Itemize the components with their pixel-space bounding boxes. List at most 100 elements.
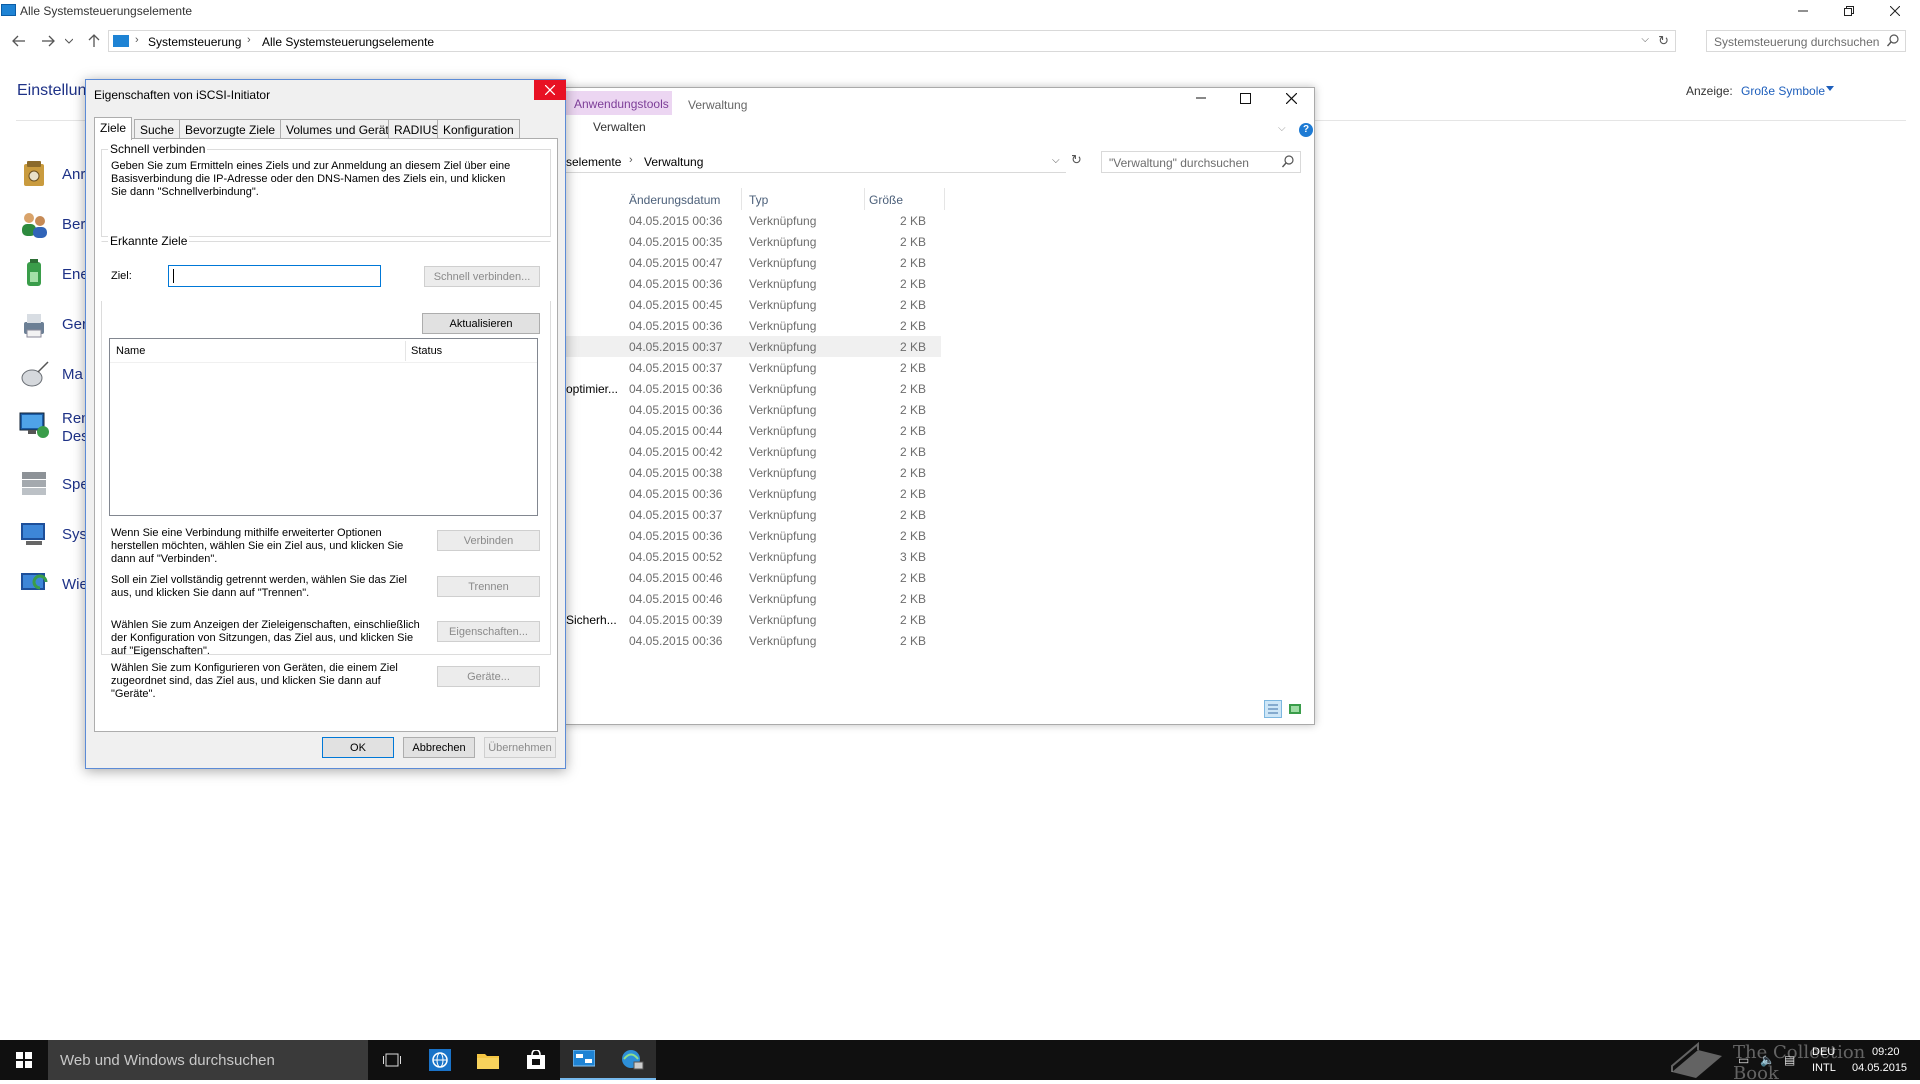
forward-button[interactable]: [38, 31, 58, 51]
admin-tools-icon: [24, 161, 44, 186]
taskbar-store[interactable]: [512, 1040, 560, 1080]
power-options-icon: [27, 259, 41, 286]
file-row[interactable]: 04.05.2015 00:44 Verknüpfung 2 KB: [566, 420, 941, 441]
ok-button[interactable]: OK: [322, 737, 394, 758]
column-divider[interactable]: [944, 188, 945, 210]
file-row[interactable]: 04.05.2015 00:37 Verknüpfung 2 KB: [566, 336, 941, 357]
close-button[interactable]: [1872, 0, 1918, 22]
disconnect-button[interactable]: Trennen: [437, 576, 540, 597]
task-view-button[interactable]: [368, 1040, 416, 1080]
taskbar-control-panel[interactable]: [560, 1040, 608, 1080]
explorer-address-bar[interactable]: selemente › Verwaltung ⌵: [566, 151, 1066, 173]
tab-suche[interactable]: Suche: [134, 119, 181, 139]
taskbar-browser[interactable]: [416, 1040, 464, 1080]
file-row[interactable]: 04.05.2015 00:36 Verknüpfung 2 KB: [566, 273, 941, 294]
refresh-icon[interactable]: ↻: [1658, 33, 1669, 49]
large-icons-view-icon[interactable]: [1286, 700, 1304, 718]
file-row[interactable]: 04.05.2015 00:46 Verknüpfung 2 KB: [566, 588, 941, 609]
caret-down-icon[interactable]: [1826, 86, 1834, 91]
file-row[interactable]: 04.05.2015 00:36 Verknüpfung 2 KB: [566, 315, 941, 336]
file-row[interactable]: 04.05.2015 00:36 Verknüpfung 2 KB: [566, 483, 941, 504]
taskbar-iscsi-initiator[interactable]: [608, 1040, 656, 1080]
column-divider[interactable]: [864, 188, 865, 210]
column-header-size[interactable]: Größe: [869, 193, 903, 207]
file-size: 2 KB: [899, 319, 926, 333]
column-header-type[interactable]: Typ: [749, 193, 768, 207]
cp-item-label: Wie: [62, 576, 88, 593]
breadcrumb-fragment[interactable]: selemente: [566, 155, 621, 169]
breadcrumb-all-items[interactable]: Alle Systemsteuerungselemente: [262, 35, 434, 49]
restore-button[interactable]: [1826, 0, 1872, 22]
volume-icon[interactable]: 🔈: [1760, 1053, 1775, 1067]
column-header-date[interactable]: Änderungsdatum: [629, 193, 720, 207]
explorer-search-input[interactable]: "Verwaltung" durchsuchen: [1101, 151, 1301, 173]
breadcrumb-systemsteuerung[interactable]: Systemsteuerung: [148, 35, 241, 49]
taskbar-file-explorer[interactable]: [464, 1040, 512, 1080]
tab-bevorzugte-ziele[interactable]: Bevorzugte Ziele: [179, 119, 282, 139]
tab-konfiguration[interactable]: Konfiguration: [437, 119, 520, 139]
taskbar-search-box[interactable]: Web und Windows durchsuchen: [48, 1040, 368, 1080]
column-divider[interactable]: [741, 188, 742, 210]
recent-locations-button[interactable]: [62, 31, 76, 51]
file-row[interactable]: 04.05.2015 00:45 Verknüpfung 2 KB: [566, 294, 941, 315]
file-row[interactable]: 04.05.2015 00:46 Verknüpfung 2 KB: [566, 567, 941, 588]
up-button[interactable]: [84, 31, 104, 51]
dialog-close-button[interactable]: [534, 80, 566, 100]
file-row[interactable]: 04.05.2015 00:38 Verknüpfung 2 KB: [566, 462, 941, 483]
column-header-status[interactable]: Status: [411, 345, 442, 357]
file-row[interactable]: 04.05.2015 00:35 Verknüpfung 2 KB: [566, 231, 941, 252]
file-row[interactable]: 04.05.2015 00:36 Verknüpfung 2 KB: [566, 525, 941, 546]
task-view-icon: [383, 1053, 401, 1067]
back-button[interactable]: [9, 31, 29, 51]
search-input[interactable]: Systemsteuerung durchsuchen: [1706, 30, 1906, 52]
file-row[interactable]: 04.05.2015 00:42 Verknüpfung 2 KB: [566, 441, 941, 462]
start-button[interactable]: [0, 1040, 48, 1080]
minimize-button[interactable]: [1780, 0, 1826, 22]
details-view-icon[interactable]: [1264, 700, 1282, 718]
file-row[interactable]: 04.05.2015 00:52 Verknüpfung 3 KB: [566, 546, 941, 567]
clock-date[interactable]: 04.05.2015: [1852, 1062, 1907, 1074]
breadcrumb-verwaltung[interactable]: Verwaltung: [644, 155, 703, 169]
apply-button[interactable]: Übernehmen: [484, 737, 556, 758]
explorer-close-button[interactable]: [1269, 85, 1314, 111]
column-header-name[interactable]: Name: [116, 345, 145, 357]
cancel-button[interactable]: Abbrechen: [403, 737, 475, 758]
clock-time[interactable]: 09:20: [1872, 1046, 1900, 1058]
explorer-maximize-button[interactable]: [1223, 85, 1268, 111]
file-name-fragment: optimier...: [566, 382, 619, 396]
file-type: Verknüpfung: [749, 298, 817, 312]
ribbon-collapse-icon[interactable]: ⌵: [1278, 123, 1286, 134]
input-layout[interactable]: INTL: [1812, 1062, 1836, 1074]
file-row[interactable]: 04.05.2015 00:37 Verknüpfung 2 KB: [566, 504, 941, 525]
connect-description: Wenn Sie eine Verbindung mithilfe erweit…: [111, 527, 404, 565]
file-row[interactable]: 04.05.2015 00:37 Verknüpfung 2 KB: [566, 357, 941, 378]
refresh-icon[interactable]: ↻: [1071, 152, 1082, 168]
file-date: 04.05.2015 00:36: [629, 634, 723, 648]
tab-volumes-und-geraete[interactable]: Volumes und Geräte: [280, 119, 402, 139]
address-dropdown-icon[interactable]: ⌵: [1641, 34, 1649, 45]
discovered-targets-list[interactable]: Name Status: [109, 338, 538, 516]
input-language[interactable]: DEU: [1812, 1046, 1835, 1058]
view-mode-dropdown[interactable]: Große Symbole: [1741, 84, 1825, 98]
file-row[interactable]: Sicherh... 04.05.2015 00:39 Verknüpfung 2 K…: [566, 609, 941, 630]
file-row[interactable]: 04.05.2015 00:36 Verknüpfung 2 KB: [566, 399, 941, 420]
file-row[interactable]: 04.05.2015 00:36 Verknüpfung 2 KB: [566, 630, 941, 651]
column-divider[interactable]: [405, 341, 406, 361]
properties-button[interactable]: Eigenschaften...: [437, 621, 540, 642]
tab-ziele[interactable]: Ziele: [94, 117, 133, 140]
ribbon-tab-verwaltung[interactable]: Verwaltung: [688, 98, 747, 112]
file-row[interactable]: 04.05.2015 00:47 Verknüpfung 2 KB: [566, 252, 941, 273]
file-row[interactable]: optimier... 04.05.2015 00:36 Verknüpfung 2 …: [566, 378, 941, 399]
arrow-left-icon: [12, 35, 25, 47]
address-dropdown-icon[interactable]: ⌵: [1052, 155, 1060, 166]
devices-button[interactable]: Geräte...: [437, 666, 540, 687]
explorer-minimize-button[interactable]: [1178, 85, 1223, 111]
address-bar[interactable]: › Systemsteuerung › Alle Systemsteuerung…: [108, 30, 1676, 52]
help-icon[interactable]: ?: [1299, 123, 1313, 137]
file-row[interactable]: 04.05.2015 00:36 Verknüpfung 2 KB: [566, 210, 941, 231]
refresh-targets-button[interactable]: Aktualisieren: [422, 313, 540, 334]
ribbon-tab-verwalten[interactable]: Verwalten: [566, 115, 672, 137]
notification-icon[interactable]: ▤: [1784, 1053, 1795, 1067]
network-icon[interactable]: ▭: [1738, 1053, 1749, 1067]
connect-button[interactable]: Verbinden: [437, 530, 540, 551]
